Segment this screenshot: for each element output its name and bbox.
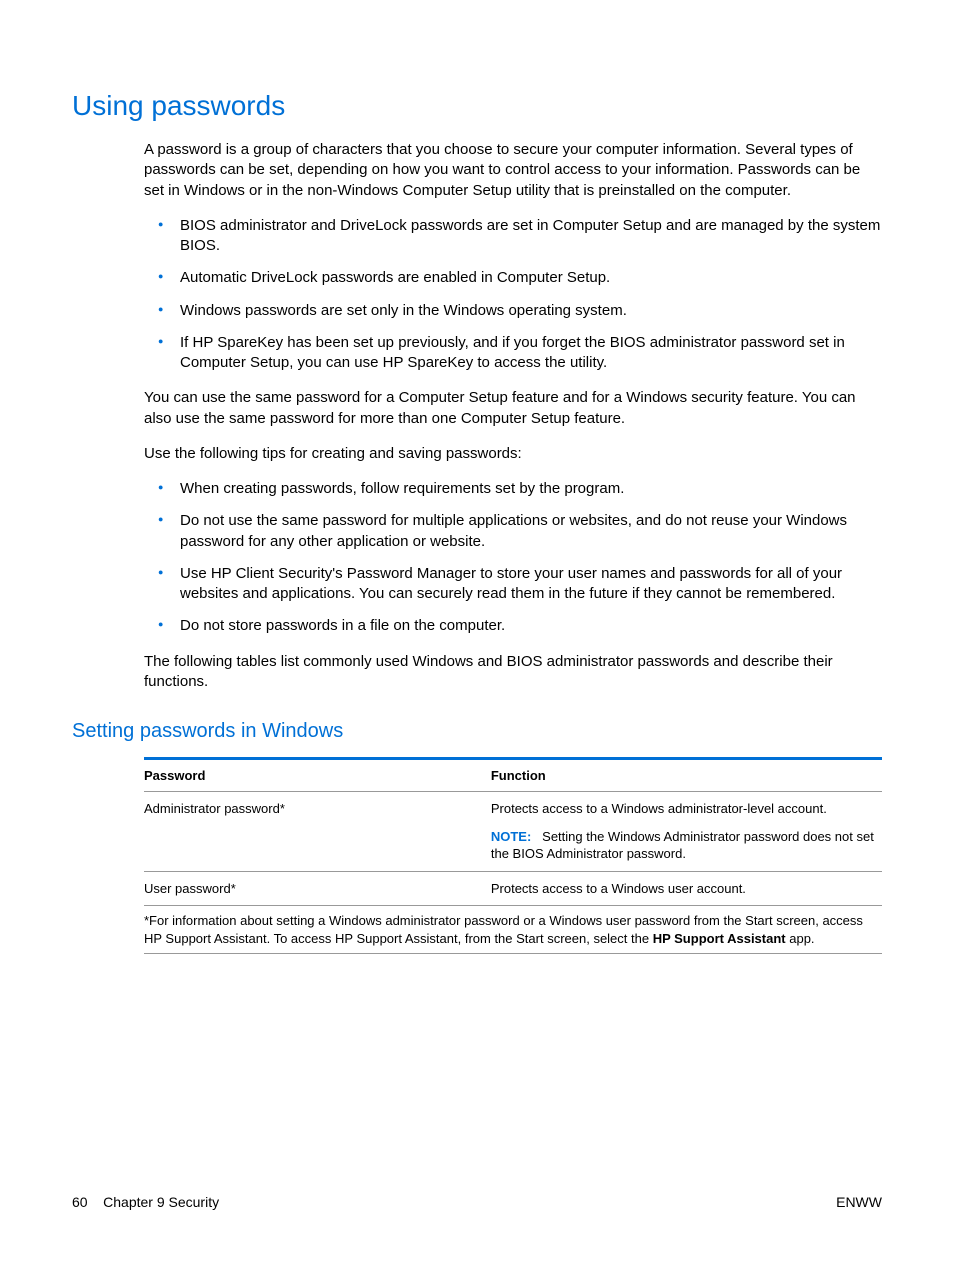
chapter-label: Chapter 9 Security [103,1194,219,1210]
password-table-container: Password Function Administrator password… [144,757,882,954]
footer-right: ENWW [836,1194,882,1210]
list-item: Windows passwords are set only in the Wi… [144,301,882,321]
list-item: If HP SpareKey has been set up previousl… [144,333,882,374]
function-text: Protects access to a Windows administrat… [491,801,827,816]
table-cell-function: Protects access to a Windows user accoun… [491,871,882,906]
table-row: Administrator password* Protects access … [144,792,882,872]
page-heading: Using passwords [72,90,882,122]
intro-paragraph: A password is a group of characters that… [144,140,882,201]
table-cell-function: Protects access to a Windows administrat… [491,792,882,872]
document-page: Using passwords A password is a group of… [0,0,954,1014]
body-paragraph: Use the following tips for creating and … [144,444,882,464]
body-paragraph: You can use the same password for a Comp… [144,388,882,429]
list-item: Do not use the same password for multipl… [144,511,882,552]
table-cell-password: Administrator password* [144,792,491,872]
table-header-function: Function [491,759,882,792]
body-paragraph: The following tables list commonly used … [144,652,882,693]
table-header-password: Password [144,759,491,792]
section-subheading: Setting passwords in Windows [72,720,882,743]
footnote-text-post: app. [786,931,815,946]
list-item: Automatic DriveLock passwords are enable… [144,268,882,288]
body-content: A password is a group of characters that… [144,140,882,692]
note-label: NOTE: [491,829,531,844]
table-cell-password: User password* [144,871,491,906]
bullet-list-1: BIOS administrator and DriveLock passwor… [144,216,882,374]
table-row: User password* Protects access to a Wind… [144,871,882,906]
list-item: BIOS administrator and DriveLock passwor… [144,216,882,257]
list-item: Use HP Client Security's Password Manage… [144,564,882,605]
page-footer: 60 Chapter 9 Security ENWW [72,1194,882,1210]
password-table: Password Function Administrator password… [144,757,882,906]
list-item: Do not store passwords in a file on the … [144,616,882,636]
footnote-bold: HP Support Assistant [653,931,786,946]
list-item: When creating passwords, follow requirem… [144,479,882,499]
page-number: 60 [72,1194,88,1210]
note-text: Setting the Windows Administrator passwo… [491,829,874,862]
table-header-row: Password Function [144,759,882,792]
table-footnote: *For information about setting a Windows… [144,906,882,954]
note-block: NOTE: Setting the Windows Administrator … [491,828,876,863]
bullet-list-2: When creating passwords, follow requirem… [144,479,882,637]
footer-left: 60 Chapter 9 Security [72,1194,219,1210]
